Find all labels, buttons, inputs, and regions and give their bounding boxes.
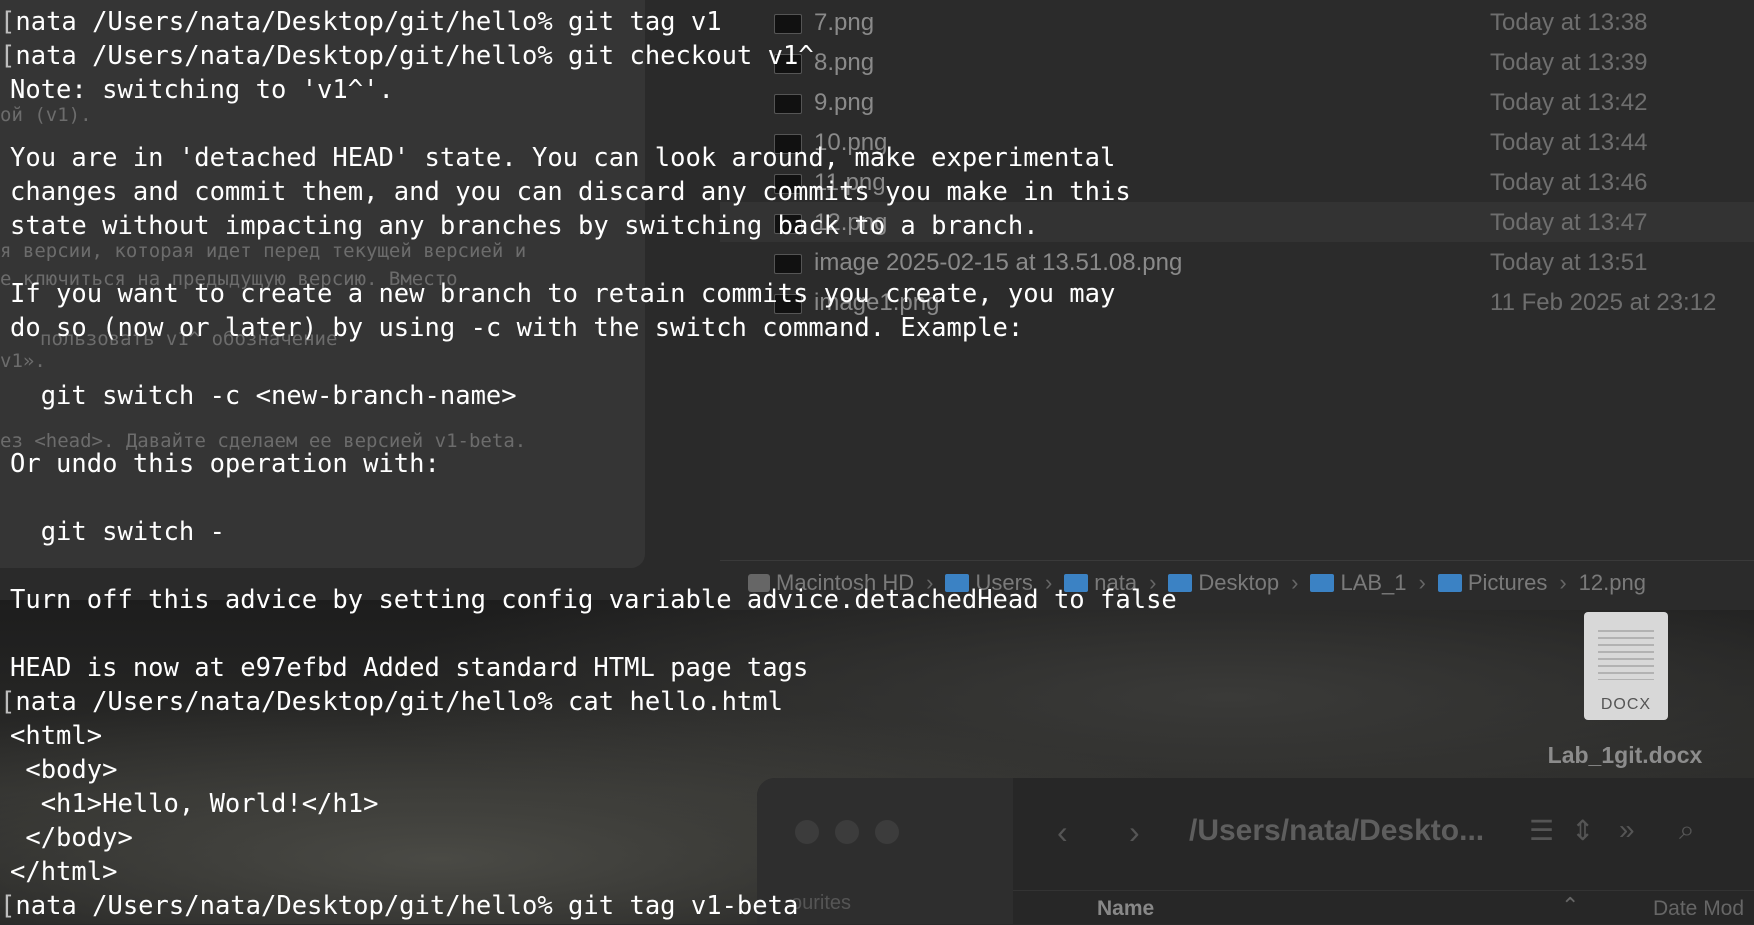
output-text: <h1>Hello, World!</h1> [10, 789, 379, 819]
prompt-bracket: [ [0, 7, 16, 37]
terminal-output-line: HEAD is now at e97efbd Added standard HT… [10, 651, 808, 685]
output-text: <body> [10, 755, 118, 785]
terminal-output-line: Turn off this advice by setting config v… [10, 583, 1177, 617]
output-text: Note: switching to 'v1^'. [10, 75, 394, 105]
output-text: HEAD is now at e97efbd Added standard HT… [10, 653, 809, 683]
terminal-output-line: changes and commit them, and you can dis… [10, 175, 1131, 209]
output-text: Or undo this operation with: [10, 449, 440, 479]
output-text: git switch -c <new-branch-name> [10, 381, 517, 411]
terminal-output-line: do so (now or later) by using -c with th… [10, 311, 1023, 345]
terminal-output-line: If you want to create a new branch to re… [10, 277, 1115, 311]
terminal-output-line: </body> [10, 821, 133, 855]
output-text: state without impacting any branches by … [10, 211, 1039, 241]
output-text: git switch - [10, 517, 225, 547]
output-text: changes and commit them, and you can dis… [10, 177, 1131, 207]
output-text: do so (now or later) by using -c with th… [10, 313, 1024, 343]
shell-command: git checkout v1^ [552, 41, 814, 71]
terminal-output-line: </html> [10, 855, 117, 889]
shell-prompt: nata /Users/nata/Desktop/git/hello% [15, 41, 553, 71]
output-text: Turn off this advice by setting config v… [10, 585, 1177, 615]
shell-command: git tag v1-beta [552, 891, 799, 921]
terminal-prompt-line: [nata /Users/nata/Desktop/git/hello% cat… [0, 685, 783, 719]
shell-prompt: nata /Users/nata/Desktop/git/hello% [15, 687, 553, 717]
prompt-bracket: [ [0, 891, 16, 921]
terminal-output[interactable]: [nata /Users/nata/Desktop/git/hello% git… [0, 0, 1754, 924]
terminal-prompt-line: [nata /Users/nata/Desktop/git/hello% git… [0, 39, 814, 73]
terminal-output-line: git switch - [10, 515, 225, 549]
shell-prompt: nata /Users/nata/Desktop/git/hello% [15, 7, 553, 37]
terminal-output-line: <h1>Hello, World!</h1> [10, 787, 379, 821]
terminal-output-line: <body> [10, 753, 117, 787]
shell-command: git tag v1 [552, 7, 722, 37]
terminal-prompt-line: [nata /Users/nata/Desktop/git/hello% git… [0, 5, 722, 39]
shell-command: cat hello.html [552, 687, 783, 717]
terminal-output-line: You are in 'detached HEAD' state. You ca… [10, 141, 1115, 175]
output-text: </html> [10, 857, 118, 887]
prompt-bracket: [ [0, 41, 16, 71]
output-text: If you want to create a new branch to re… [10, 279, 1116, 309]
terminal-output-line: Note: switching to 'v1^'. [10, 73, 394, 107]
output-text: </body> [10, 823, 133, 853]
shell-prompt: nata /Users/nata/Desktop/git/hello% [15, 891, 553, 921]
output-text: <html> [10, 721, 103, 751]
output-text: You are in 'detached HEAD' state. You ca… [10, 143, 1116, 173]
terminal-output-line: <html> [10, 719, 102, 753]
terminal-output-line: git switch -c <new-branch-name> [10, 379, 517, 413]
terminal-output-line: Or undo this operation with: [10, 447, 440, 481]
terminal-output-line: state without impacting any branches by … [10, 209, 1039, 243]
prompt-bracket: [ [0, 687, 16, 717]
terminal-prompt-line: [nata /Users/nata/Desktop/git/hello% git… [0, 889, 798, 923]
